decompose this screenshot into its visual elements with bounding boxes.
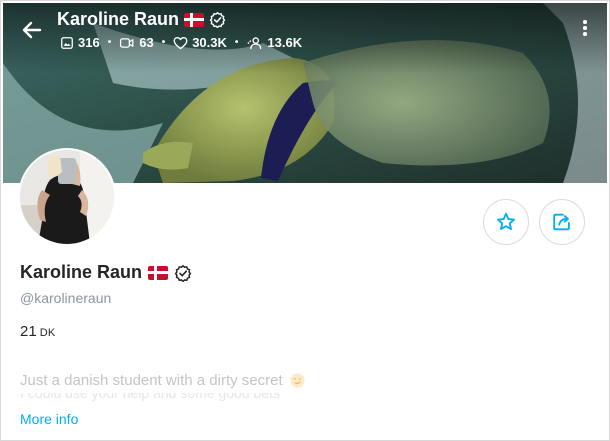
header-stats: 316 • 63 • 30.3K • 13.6K <box>60 35 302 50</box>
share-icon <box>553 213 570 231</box>
separator-dot: • <box>161 37 166 48</box>
share-button[interactable] <box>539 199 585 245</box>
profile-location: 21 DK <box>20 323 56 340</box>
profile-name: Karoline Raun <box>20 262 192 283</box>
photos-count: 316 <box>78 35 100 50</box>
separator-dot: • <box>107 37 112 48</box>
image-icon <box>61 36 73 49</box>
profile-handle: @karolineraun <box>20 290 112 306</box>
separator-dot: • <box>234 37 239 48</box>
header-name-text: Karoline Raun <box>57 9 180 29</box>
avatar-image <box>20 150 114 244</box>
heart-icon <box>173 36 188 49</box>
bio-line-2: I could use your help and some good bets <box>20 393 280 401</box>
fans-icon <box>248 36 262 49</box>
more-info-link[interactable]: More info <box>20 411 78 427</box>
verified-badge-icon <box>209 11 226 28</box>
fans-count: 13.6K <box>267 35 303 50</box>
favorite-button[interactable] <box>483 199 529 245</box>
bio-line-2-faded: I could use your help and some good bets <box>20 393 380 401</box>
profile-bio: Just a danish student with a dirty secre… <box>20 372 306 389</box>
videos-count: 63 <box>139 35 154 50</box>
header-profile-name: Karoline Raun <box>57 9 226 30</box>
profile-name-text: Karoline Raun <box>20 262 143 282</box>
star-icon <box>497 212 515 230</box>
verified-badge-icon <box>174 264 192 282</box>
back-arrow-icon[interactable] <box>20 18 44 42</box>
location-value: 21 <box>20 323 37 340</box>
bio-line-1: Just a danish student with a dirty secre… <box>20 372 283 389</box>
videos-stat: 63 <box>119 35 154 50</box>
denmark-flag-icon <box>184 12 205 27</box>
photos-stat: 316 <box>60 35 100 50</box>
likes-stat: 30.3K <box>173 35 227 50</box>
location-code: DK <box>39 327 56 339</box>
fans-stat: 13.6K <box>246 35 302 50</box>
more-options-icon[interactable] <box>582 20 588 40</box>
likes-count: 30.3K <box>192 35 227 50</box>
avatar-photo <box>20 150 114 244</box>
denmark-flag-icon <box>148 265 169 280</box>
smirk-emoji-icon <box>290 373 305 388</box>
video-icon <box>120 37 134 48</box>
avatar[interactable] <box>18 148 116 246</box>
